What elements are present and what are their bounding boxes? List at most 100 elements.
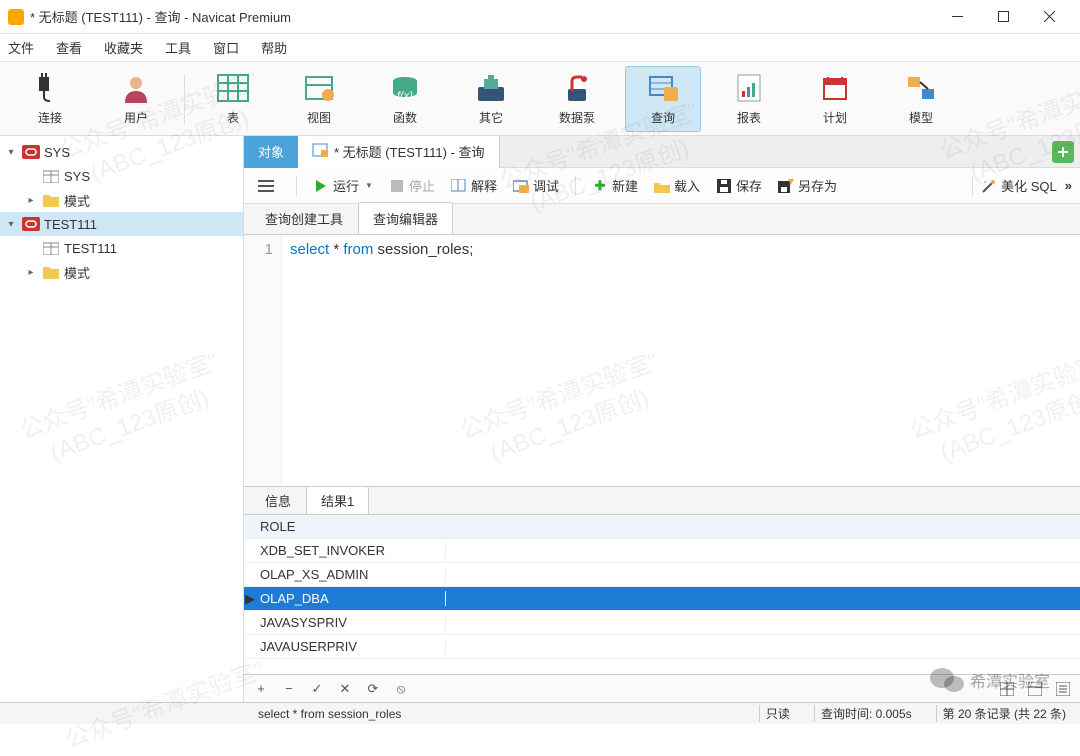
explain-button[interactable]: 解释 [451, 176, 497, 195]
schema-icon [42, 239, 60, 257]
load-button[interactable]: 载入 [654, 176, 700, 195]
separator [296, 176, 297, 196]
commit-button[interactable]: ✓ [308, 680, 326, 698]
tab-info[interactable]: 信息 [250, 486, 306, 514]
menu-tools[interactable]: 工具 [165, 38, 191, 57]
toolbar-datapump[interactable]: 数据泵 [539, 66, 615, 132]
tree-folder-mode-2[interactable]: ▸模式 [0, 260, 243, 284]
load-icon [654, 178, 670, 194]
line-gutter: 1 [244, 235, 282, 486]
query-icon [312, 143, 328, 160]
menu-help[interactable]: 帮助 [261, 38, 287, 57]
delete-row-button[interactable]: − [280, 680, 298, 698]
tree-schema-test111[interactable]: TEST111 [0, 236, 243, 260]
status-sql: select * from session_roles [8, 707, 741, 721]
connection-tree[interactable]: ▾SYS SYS ▸模式 ▾TEST111 TEST111 ▸模式 [0, 136, 244, 702]
debug-icon [513, 178, 529, 194]
tree-folder-mode-1[interactable]: ▸模式 [0, 188, 243, 212]
oracle-icon [22, 143, 40, 161]
wand-icon [981, 178, 997, 194]
saveas-button[interactable]: 另存为 [778, 176, 837, 195]
sql-editor[interactable]: 1 select * from session_roles; [244, 234, 1080, 486]
toolbar-query[interactable]: 查询 [625, 66, 701, 132]
stop-icon [389, 178, 405, 194]
menu-file[interactable]: 文件 [8, 38, 34, 57]
query-toolbar: 运行▼ 停止 解释 调试 ✚新建 载入 保存 另存为 美化 SQL » [244, 168, 1080, 204]
query-subtabs: 查询创建工具 查询编辑器 [244, 204, 1080, 234]
refresh-button[interactable]: ⟳ [364, 680, 382, 698]
separator [184, 74, 185, 124]
stop-fetch-button[interactable]: ⦸ [392, 680, 410, 698]
explain-icon [451, 178, 467, 194]
minimize-button[interactable] [934, 2, 980, 32]
toolbar-user[interactable]: 用户 [98, 66, 174, 132]
result-grid[interactable]: ROLE XDB_SET_INVOKEROLAP_XS_ADMIN▶OLAP_D… [244, 514, 1080, 674]
menu-window[interactable]: 窗口 [213, 38, 239, 57]
tab-result-1[interactable]: 结果1 [306, 486, 369, 514]
grid-row[interactable]: JAVAUSERPRIV [244, 635, 1080, 659]
tab-query-untitled[interactable]: * 无标题 (TEST111) - 查询 [298, 136, 499, 168]
toolbar-plan[interactable]: 计划 [797, 66, 873, 132]
toolbar-model[interactable]: 模型 [883, 66, 959, 132]
editor-pane: 对象 * 无标题 (TEST111) - 查询 运行▼ 停止 解释 调试 ✚新建… [244, 136, 1080, 702]
grid-row[interactable]: ▶OLAP_DBA [244, 587, 1080, 611]
wechat-icon [930, 666, 964, 694]
add-row-button[interactable]: + [252, 680, 270, 698]
window-title: * 无标题 (TEST111) - 查询 - Navicat Premium [30, 7, 934, 26]
grid-row[interactable]: XDB_SET_INVOKER [244, 539, 1080, 563]
grid-header[interactable]: ROLE [244, 515, 1080, 539]
beautify-button[interactable]: 美化 SQL [981, 176, 1057, 195]
sql-code[interactable]: select * from session_roles; [282, 235, 481, 486]
menu-bar: 文件 查看 收藏夹 工具 窗口 帮助 [0, 34, 1080, 62]
oracle-icon [22, 215, 40, 233]
menu-toggle-button[interactable] [252, 174, 280, 198]
toolbar-table[interactable]: 表 [195, 66, 271, 132]
toolbar-function[interactable]: f(x)函数 [367, 66, 443, 132]
schema-icon [42, 167, 60, 185]
tab-objects[interactable]: 对象 [244, 136, 298, 168]
grid-row[interactable]: JAVASYSPRIV [244, 611, 1080, 635]
status-time: 查询时间: 0.005s [814, 705, 918, 722]
new-tab-button[interactable] [1052, 141, 1074, 163]
tab-query-builder[interactable]: 查询创建工具 [250, 202, 358, 234]
save-button[interactable]: 保存 [716, 176, 762, 195]
grid-row[interactable]: OLAP_XS_ADMIN [244, 563, 1080, 587]
folder-icon [42, 191, 60, 209]
memo-view-button[interactable] [1054, 680, 1072, 698]
document-tabs: 对象 * 无标题 (TEST111) - 查询 [244, 136, 1080, 168]
status-records: 第 20 条记录 (共 22 条) [936, 705, 1072, 722]
main-toolbar: 连接 用户 表 视图 f(x)函数 其它 数据泵 查询 报表 计划 模型 [0, 62, 1080, 136]
menu-fav[interactable]: 收藏夹 [104, 38, 143, 57]
more-button[interactable]: » [1065, 178, 1072, 193]
maximize-button[interactable] [980, 2, 1026, 32]
save-icon [716, 178, 732, 194]
title-bar: * 无标题 (TEST111) - 查询 - Navicat Premium [0, 0, 1080, 34]
wechat-badge: 希潭实验室 [930, 666, 1050, 694]
svg-text:f(x): f(x) [397, 90, 413, 102]
new-icon: ✚ [592, 178, 608, 194]
cancel-button[interactable]: ✕ [336, 680, 354, 698]
separator [972, 176, 973, 196]
toolbar-view[interactable]: 视图 [281, 66, 357, 132]
debug-button[interactable]: 调试 [513, 176, 559, 195]
play-icon [313, 178, 329, 194]
menu-view[interactable]: 查看 [56, 38, 82, 57]
toolbar-other[interactable]: 其它 [453, 66, 529, 132]
saveas-icon [778, 178, 794, 194]
tree-schema-sys[interactable]: SYS [0, 164, 243, 188]
run-button[interactable]: 运行▼ [313, 176, 373, 195]
result-tabs: 信息 结果1 [244, 486, 1080, 514]
status-bar: select * from session_roles 只读 查询时间: 0.0… [0, 702, 1080, 724]
toolbar-connect[interactable]: 连接 [12, 66, 88, 132]
app-icon [8, 9, 24, 25]
close-button[interactable] [1026, 2, 1072, 32]
toolbar-report[interactable]: 报表 [711, 66, 787, 132]
folder-icon [42, 263, 60, 281]
status-readonly: 只读 [759, 705, 796, 722]
stop-button[interactable]: 停止 [389, 176, 435, 195]
tab-query-editor[interactable]: 查询编辑器 [358, 202, 453, 234]
tree-conn-sys[interactable]: ▾SYS [0, 140, 243, 164]
tree-conn-test111[interactable]: ▾TEST111 [0, 212, 243, 236]
new-button[interactable]: ✚新建 [592, 176, 638, 195]
separator [575, 176, 576, 196]
